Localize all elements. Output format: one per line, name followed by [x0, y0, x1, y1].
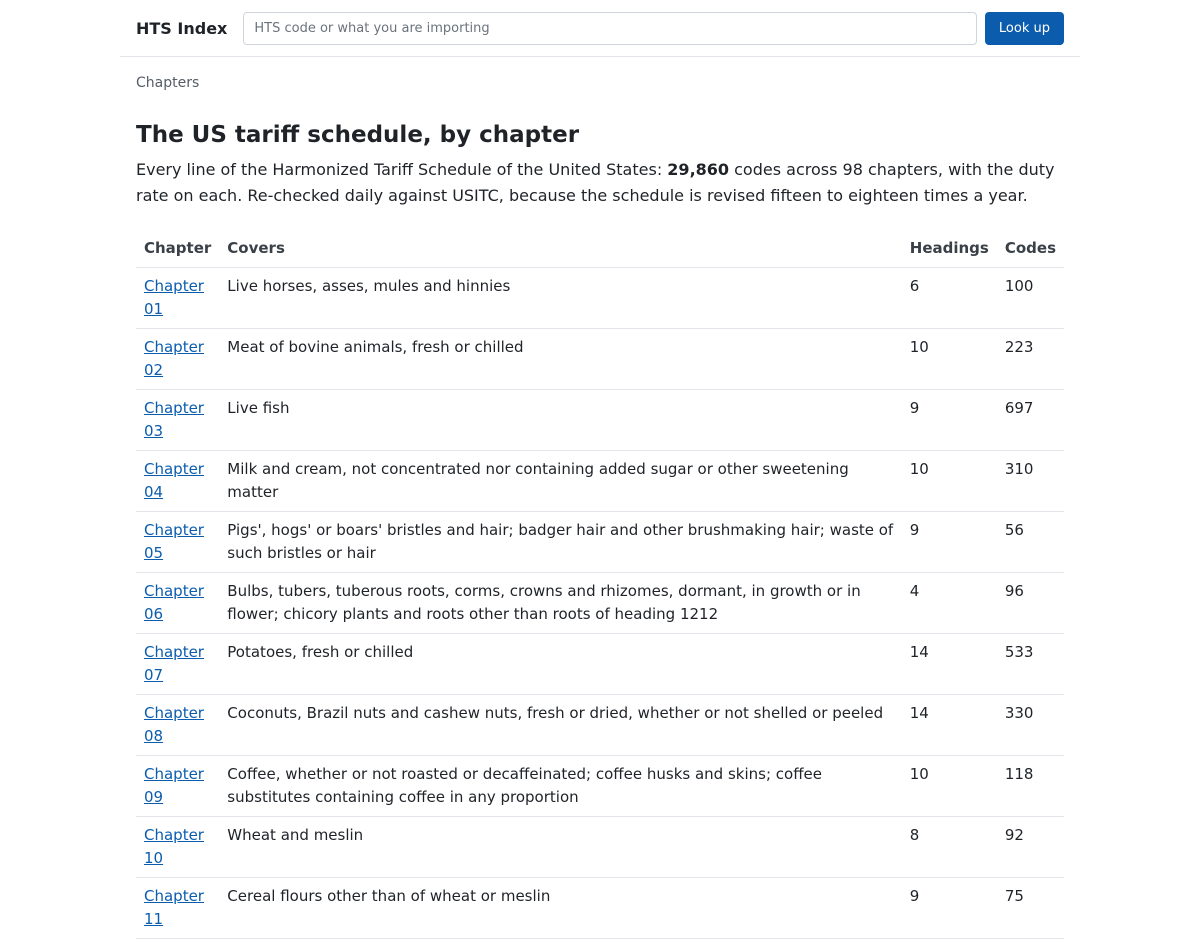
headings-cell: 10 [901, 450, 997, 512]
intro-before: Every line of the Harmonized Tariff Sche… [136, 159, 668, 179]
headings-cell: 10 [901, 328, 997, 390]
page-title: The US tariff schedule, by chapter [136, 122, 580, 148]
covers-cell: Live horses, asses, mules and hinnies [219, 267, 902, 329]
codes-cell: 533 [996, 633, 1064, 695]
chapter-link[interactable]: Chapter 11 [144, 887, 204, 928]
codes-cell: 330 [996, 694, 1064, 756]
brand-logo[interactable]: HTS Index [136, 19, 227, 38]
chapter-cell: Chapter 09 [136, 755, 220, 817]
headings-cell: 14 [901, 633, 997, 695]
table-row: Chapter 01 Live horses, asses, mules and … [136, 267, 1064, 329]
table-row: Chapter 03 Live fish 9 697 [136, 389, 1064, 451]
chapter-link[interactable]: Chapter 01 [144, 277, 204, 318]
chapter-link[interactable]: Chapter 09 [144, 765, 204, 806]
col-header-covers: Covers [219, 228, 902, 268]
headings-cell: 8 [901, 816, 997, 878]
chapter-cell: Chapter 08 [136, 694, 220, 756]
site-header: HTS Index Look up [120, 0, 1080, 57]
codes-cell: 56 [996, 511, 1064, 573]
chapter-link[interactable]: Chapter 04 [144, 460, 204, 501]
chapter-link[interactable]: Chapter 06 [144, 582, 204, 623]
covers-cell: Pigs', hogs' or boars' bristles and hair… [219, 511, 902, 573]
headings-cell: 14 [901, 694, 997, 756]
covers-cell: Wheat and meslin [219, 816, 902, 878]
covers-cell: Potatoes, fresh or chilled [219, 633, 902, 695]
headings-cell: 9 [901, 877, 997, 939]
search-input[interactable] [243, 11, 977, 45]
headings-cell: 6 [901, 267, 997, 329]
intro-text: Every line of the Harmonized Tariff Sche… [136, 157, 1064, 209]
chapter-cell: Chapter 05 [136, 511, 220, 573]
col-header-codes: Codes [996, 228, 1064, 268]
chapter-cell: Chapter 11 [136, 877, 220, 939]
chapter-cell: Chapter 10 [136, 816, 220, 878]
main-content: Chapters The US tariff schedule, by chap… [120, 75, 1080, 939]
chapter-link[interactable]: Chapter 10 [144, 826, 204, 867]
code-count: 29,860 [667, 159, 730, 179]
chapters-table: Chapter Covers Headings Codes Chapter 01… [136, 228, 1064, 939]
table-row: Chapter 11 Cereal flours other than of wh… [136, 877, 1064, 939]
codes-cell: 697 [996, 389, 1064, 451]
covers-cell: Milk and cream, not concentrated nor con… [219, 450, 902, 512]
codes-cell: 100 [996, 267, 1064, 329]
breadcrumb[interactable]: Chapters [136, 75, 1064, 95]
chapter-cell: Chapter 04 [136, 450, 220, 512]
chapter-cell: Chapter 03 [136, 389, 220, 451]
covers-cell: Cereal flours other than of wheat or mes… [219, 877, 902, 939]
headings-cell: 4 [901, 572, 997, 634]
chapter-link[interactable]: Chapter 07 [144, 643, 204, 684]
table-header-row: Chapter Covers Headings Codes [136, 228, 1064, 268]
headings-cell: 9 [901, 511, 997, 573]
codes-cell: 92 [996, 816, 1064, 878]
table-row: Chapter 10 Wheat and meslin 8 92 [136, 816, 1064, 878]
chapter-link[interactable]: Chapter 03 [144, 399, 204, 440]
chapter-cell: Chapter 06 [136, 572, 220, 634]
chapter-cell: Chapter 02 [136, 328, 220, 390]
codes-cell: 75 [996, 877, 1064, 939]
codes-cell: 310 [996, 450, 1064, 512]
covers-cell: Coffee, whether or not roasted or decaff… [219, 755, 902, 817]
headings-cell: 10 [901, 755, 997, 817]
codes-cell: 96 [996, 572, 1064, 634]
col-header-headings: Headings [901, 228, 997, 268]
covers-cell: Coconuts, Brazil nuts and cashew nuts, f… [219, 694, 902, 756]
headings-cell: 9 [901, 389, 997, 451]
codes-cell: 223 [996, 328, 1064, 390]
col-header-chapter: Chapter [136, 228, 220, 268]
codes-cell: 118 [996, 755, 1064, 817]
table-row: Chapter 09 Coffee, whether or not roasted… [136, 755, 1064, 817]
covers-cell: Meat of bovine animals, fresh or chilled [219, 328, 902, 390]
chapter-link[interactable]: Chapter 08 [144, 704, 204, 745]
chapter-link[interactable]: Chapter 05 [144, 521, 204, 562]
look-up-button[interactable]: Look up [984, 11, 1064, 45]
chapter-cell: Chapter 01 [136, 267, 220, 329]
page: HTS Index Look up Chapters The US tariff… [120, 0, 1080, 939]
table-row: Chapter 08 Coconuts, Brazil nuts and cash… [136, 694, 1064, 756]
table-body: Chapter 01 Live horses, asses, mules and … [136, 267, 1064, 939]
covers-cell: Bulbs, tubers, tuberous roots, corms, cr… [219, 572, 902, 634]
table-row: Chapter 02 Meat of bovine animals, fresh … [136, 328, 1064, 390]
table-row: Chapter 07 Potatoes, fresh or chilled 14 53… [136, 633, 1064, 695]
table-row: Chapter 05 Pigs', hogs' or boars' bristle… [136, 511, 1064, 573]
table-row: Chapter 04 Milk and cream, not concentrat… [136, 450, 1064, 512]
chapter-link[interactable]: Chapter 02 [144, 338, 204, 379]
covers-cell: Live fish [219, 389, 902, 451]
chapter-cell: Chapter 07 [136, 633, 220, 695]
table-row: Chapter 06 Bulbs, tubers, tuberous roots,… [136, 572, 1064, 634]
